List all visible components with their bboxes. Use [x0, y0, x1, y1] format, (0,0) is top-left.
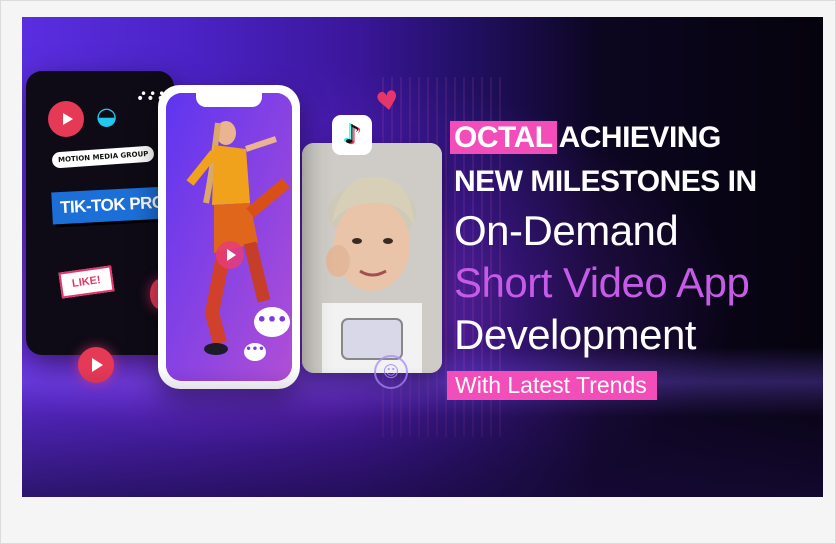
tag-media-group: MOTION MEDIA GROUP	[51, 145, 155, 169]
tagline: With Latest Trends	[447, 371, 657, 400]
headline-line-1: OCTAL ACHIEVING	[450, 121, 721, 155]
phone-screen	[166, 93, 292, 381]
play-icon	[48, 101, 84, 137]
headline-line-4: Short Video App	[454, 259, 750, 306]
headline-line-1-rest: ACHIEVING	[558, 121, 722, 154]
tag-like: LIKE!	[58, 265, 115, 299]
page-frame: ••• ◒ MOTION MEDIA GROUP TIK-TOK PROM LI…	[0, 0, 836, 544]
eye-icon: ◒	[96, 102, 117, 130]
headline-line-2: NEW MILESTONES IN	[454, 165, 757, 198]
promo-banner-image: ••• ◒ MOTION MEDIA GROUP TIK-TOK PROM LI…	[22, 17, 823, 497]
play-icon	[216, 241, 244, 269]
tiktok-logo-icon: ♪	[332, 115, 372, 155]
heart-icon: ♥	[373, 85, 402, 119]
menu-dots-icon: •••	[140, 87, 168, 101]
bottom-shadow	[22, 367, 823, 497]
headline-line-3: On-Demand	[454, 207, 679, 254]
brand-highlight: OCTAL	[450, 121, 557, 154]
chat-bubble-icon: •••	[254, 307, 290, 337]
promo-card: ••• ◒ MOTION MEDIA GROUP TIK-TOK PROM LI…	[26, 71, 188, 355]
phone-notch	[196, 93, 262, 107]
phone-mockup	[158, 85, 300, 389]
portrait-photo	[302, 143, 442, 373]
chat-bubble-icon: •••	[244, 343, 266, 361]
boy-portrait	[302, 143, 442, 373]
dancer-photo	[166, 93, 292, 381]
headline-line-5: Development	[454, 311, 696, 358]
